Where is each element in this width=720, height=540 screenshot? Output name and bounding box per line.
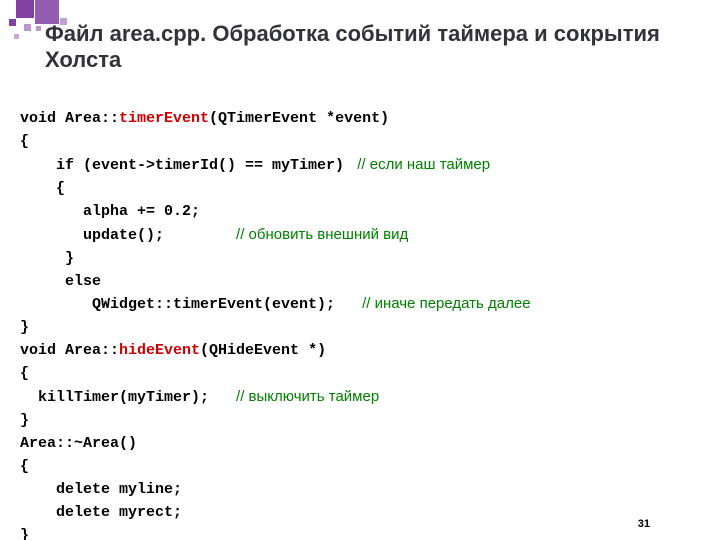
code-line: if (event->timerId() == myTimer) // если… (20, 157, 490, 174)
slide-title: Файл area.cpp. Обработка событий таймера… (45, 21, 702, 73)
code-block: void Area::timerEvent(QTimerEvent *event… (20, 85, 700, 540)
code-line: QWidget::timerEvent(event); // иначе пер… (20, 296, 531, 313)
code-line: } (20, 412, 29, 429)
code-line: alpha += 0.2; (20, 203, 200, 220)
code-line: { (20, 365, 29, 382)
code-line: { (20, 133, 29, 150)
code-line: { (20, 458, 29, 475)
code-line: } (20, 319, 29, 336)
code-line: void Area::timerEvent(QTimerEvent *event… (20, 110, 389, 127)
code-line: void Area::hideEvent(QHideEvent *) (20, 342, 326, 359)
code-line: delete myline; (20, 481, 182, 498)
code-line: else (20, 273, 101, 290)
code-line: update(); // обновить внешний вид (20, 227, 408, 244)
page-number: 31 (638, 518, 650, 530)
code-line: Area::~Area() (20, 435, 137, 452)
code-line: } (20, 250, 74, 267)
code-line: { (20, 180, 65, 197)
code-line: } (20, 527, 29, 540)
code-line: delete myrect; (20, 504, 182, 521)
code-line: killTimer(myTimer); // выключить таймер (20, 389, 379, 406)
